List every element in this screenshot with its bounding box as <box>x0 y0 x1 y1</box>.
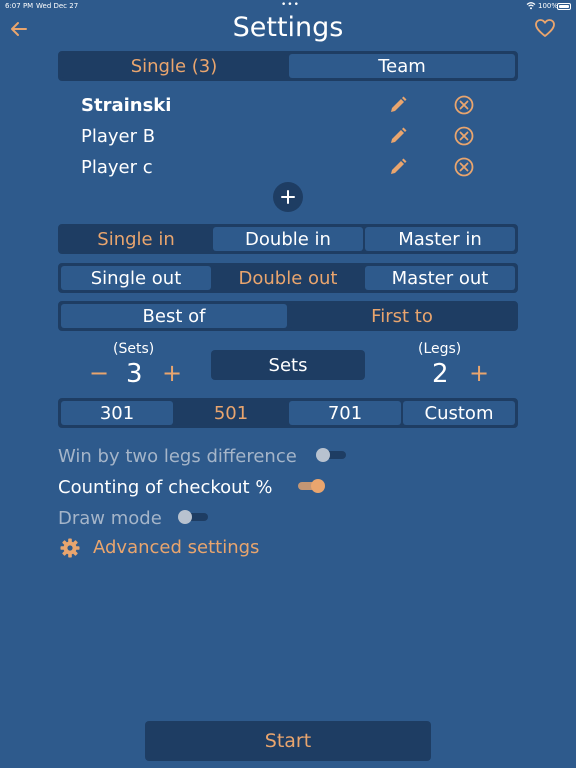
player-name: Player B <box>81 126 156 147</box>
remove-circle-icon[interactable] <box>453 94 475 116</box>
out-mode-selector: Single out Double out Master out <box>58 263 518 293</box>
option-best-of[interactable]: Best of <box>61 304 287 328</box>
option-double-in[interactable]: Double in <box>213 227 363 251</box>
remove-circle-icon[interactable] <box>453 125 475 147</box>
status-date: Wed Dec 27 <box>36 2 79 10</box>
option-custom[interactable]: Custom <box>403 401 515 425</box>
option-double-out[interactable]: Double out <box>213 266 363 290</box>
tab-team[interactable]: Team <box>289 54 515 78</box>
pencil-icon[interactable] <box>387 156 409 178</box>
in-mode-selector: Single in Double in Master in <box>58 224 518 254</box>
option-501[interactable]: 501 <box>175 401 287 425</box>
sets-decrement-button[interactable]: − <box>89 359 109 387</box>
sets-value: 3 <box>126 359 143 389</box>
option-master-out[interactable]: Master out <box>365 266 515 290</box>
player-row: Strainski <box>81 93 501 121</box>
option-single-out[interactable]: Single out <box>61 266 211 290</box>
legs-increment-button[interactable]: + <box>469 359 489 387</box>
page-title: Settings <box>232 12 344 43</box>
battery-percent: 100% <box>538 2 559 10</box>
win-by-two-legs-toggle[interactable] <box>316 448 348 462</box>
win-by-two-legs-label: Win by two legs difference <box>58 445 297 467</box>
option-first-to[interactable]: First to <box>289 304 515 328</box>
multitasking-dots-icon[interactable]: ••• <box>281 0 300 10</box>
status-time: 6:07 PM <box>5 2 34 10</box>
advanced-settings-label: Advanced settings <box>93 537 260 558</box>
heart-icon[interactable] <box>534 17 556 39</box>
option-701[interactable]: 701 <box>289 401 401 425</box>
checkout-percent-row: Counting of checkout % <box>58 474 272 500</box>
sets-label: (Sets) <box>113 341 155 357</box>
draw-mode-label: Draw mode <box>58 507 162 529</box>
plus-icon <box>281 190 295 204</box>
option-301[interactable]: 301 <box>61 401 173 425</box>
player-row: Player c <box>81 155 501 183</box>
player-row: Player B <box>81 124 501 152</box>
sets-increment-button[interactable]: + <box>162 359 182 387</box>
match-format-selector: Best of First to <box>58 301 518 331</box>
add-player-button[interactable] <box>273 182 303 212</box>
tab-single[interactable]: Single (3) <box>61 54 287 78</box>
draw-mode-row: Draw mode <box>58 505 162 531</box>
pencil-icon[interactable] <box>387 125 409 147</box>
start-button[interactable]: Start <box>145 721 431 761</box>
pencil-icon[interactable] <box>387 94 409 116</box>
wifi-icon <box>526 2 536 10</box>
checkout-percent-toggle[interactable] <box>294 479 326 493</box>
unit-toggle-button[interactable]: Sets <box>211 350 365 380</box>
option-master-in[interactable]: Master in <box>365 227 515 251</box>
player-name: Strainski <box>81 95 172 116</box>
player-name: Player c <box>81 157 153 178</box>
legs-label: (Legs) <box>418 341 462 357</box>
status-bar: 6:07 PM Wed Dec 27 ••• 100% <box>0 0 576 12</box>
gear-icon <box>60 538 80 558</box>
checkout-percent-label: Counting of checkout % <box>58 476 273 498</box>
win-by-two-legs-row: Win by two legs difference <box>58 443 297 469</box>
remove-circle-icon[interactable] <box>453 156 475 178</box>
player-mode-tabs: Single (3) Team <box>58 51 518 81</box>
starting-score-selector: 301 501 701 Custom <box>58 398 518 428</box>
legs-value: 2 <box>432 359 449 389</box>
battery-icon <box>557 3 571 10</box>
option-single-in[interactable]: Single in <box>61 227 211 251</box>
draw-mode-toggle[interactable] <box>178 510 210 524</box>
